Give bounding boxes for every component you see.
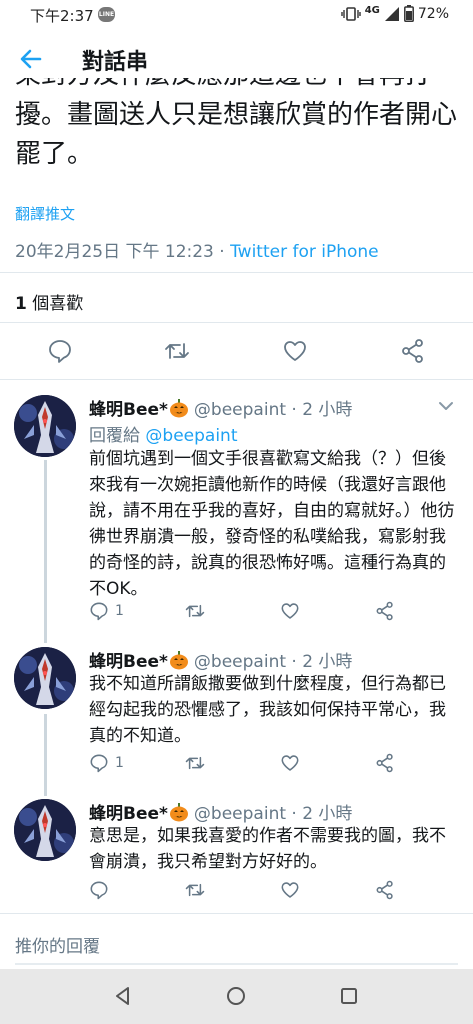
share-icon: [376, 601, 393, 621]
likes-summary[interactable]: 1 個喜歡: [15, 289, 83, 314]
tweet-clipped-line: 某對方及什麼反應那這邊也不會再打: [15, 78, 465, 94]
status-time: 下午2:37: [30, 7, 94, 25]
reply-icon: [90, 881, 108, 900]
reply-header: 蜂明Bee* @beepaint · 2 小時: [89, 395, 352, 420]
tweet-text: 擾。畫圖送人只是想讓欣賞的作者開心罷了。: [15, 100, 458, 169]
translate-tweet-link[interactable]: 翻譯推文: [15, 203, 75, 224]
like-button[interactable]: [280, 752, 300, 774]
tweet-source-link[interactable]: Twitter for iPhone: [230, 242, 379, 262]
battery-icon: [403, 5, 414, 22]
avatar-image: [14, 799, 76, 861]
tweet-text-clipped: 某對方及什麼反應那這邊也不會再打: [15, 78, 465, 94]
page-title: 對話串: [82, 50, 149, 75]
avatar[interactable]: [14, 799, 76, 861]
like-icon[interactable]: [282, 338, 308, 364]
reply-count: 1: [115, 755, 124, 771]
retweet-icon: [185, 883, 205, 897]
retweet-button[interactable]: [185, 752, 205, 774]
reply-text: 我不知道所謂飯撒要做到什麼程度，但行為都已經勾起我的恐懼感了，我該如何保持平常心…: [89, 674, 446, 746]
replying-to: 回覆給 @beepaint: [89, 421, 238, 446]
replying-label: 回覆給: [89, 426, 146, 446]
reply-input-placeholder[interactable]: 推你的回覆: [15, 932, 100, 957]
network-type: 4G: [364, 5, 380, 16]
like-button[interactable]: [280, 879, 300, 901]
system-nav-bar: [0, 969, 473, 1024]
share-icon: [376, 753, 393, 773]
reply-icon: [90, 754, 108, 773]
signal-icon: [384, 6, 399, 21]
share-button[interactable]: [375, 879, 395, 901]
display-name[interactable]: 蜂明Bee*: [89, 395, 168, 420]
pumpkin-icon: [169, 802, 188, 821]
reply-text: 前個坑遇到一個文手很喜歡寫文給我（？）但後來我有一次婉拒讀他新作的時候（我還好言…: [89, 449, 455, 599]
reply-tweet[interactable]: 蜂明Bee* @beepaint · 2 小時 我不知道所謂飯撒要做到什麼程度，…: [0, 647, 473, 787]
back-arrow-icon[interactable]: [18, 46, 44, 72]
compose-underline: [15, 963, 458, 965]
share-button[interactable]: [375, 752, 395, 774]
reply-text: 意思是，如果我喜愛的作者不需要我的圖，我不會崩潰，我只希望對方好好的。: [89, 826, 446, 872]
share-icon[interactable]: [400, 338, 426, 364]
reply-icon: [90, 602, 108, 621]
tweet-meta: 20年2月25日 下午 12:23 · Twitter for iPhone: [15, 237, 379, 262]
like-icon: [281, 603, 299, 619]
reply-actions: 1: [89, 600, 459, 624]
like-button[interactable]: [280, 600, 300, 622]
back-triangle-icon[interactable]: [112, 985, 134, 1007]
reply-actions: [89, 879, 459, 903]
tweet-timestamp: 20年2月25日 下午 12:23 ·: [15, 242, 231, 262]
likes-label: 個喜歡: [26, 294, 84, 314]
status-bar: 下午2:37 LINE 4G 72%: [0, 0, 473, 30]
tweet-actions: [0, 338, 473, 368]
reply-button[interactable]: 1: [89, 600, 124, 622]
reply-tweet[interactable]: 蜂明Bee* @beepaint · 2 小時 回覆給 @beepaint 前個…: [0, 395, 473, 635]
chevron-down-icon[interactable]: [437, 397, 455, 415]
replying-to-link[interactable]: @beepaint: [145, 426, 237, 446]
reply-button[interactable]: [89, 879, 115, 901]
divider: [0, 272, 473, 273]
reply-tweet[interactable]: 蜂明Bee* @beepaint · 2 小時 意思是，如果我喜愛的作者不需要我…: [0, 799, 473, 909]
handle-and-time: @beepaint · 2 小時: [193, 804, 353, 824]
reply-header: 蜂明Bee* @beepaint · 2 小時: [89, 647, 352, 672]
reply-icon[interactable]: [47, 338, 73, 364]
handle-and-time: @beepaint · 2 小時: [193, 400, 353, 420]
divider: [0, 322, 473, 323]
recents-square-icon[interactable]: [338, 985, 360, 1007]
status-indicators: 4G 72%: [341, 5, 449, 22]
retweet-icon: [185, 756, 205, 770]
reply-button[interactable]: 1: [89, 752, 124, 774]
divider: [0, 379, 473, 380]
retweet-button[interactable]: [185, 600, 205, 622]
battery-percent: 72%: [417, 5, 449, 22]
reply-count: 1: [115, 603, 124, 619]
like-icon: [281, 755, 299, 771]
vibrate-icon: [341, 6, 361, 21]
pumpkin-icon: [169, 398, 188, 417]
reply-compose-bar[interactable]: 推你的回覆: [0, 913, 473, 969]
reply-header: 蜂明Bee* @beepaint · 2 小時: [89, 799, 352, 824]
like-icon: [281, 882, 299, 898]
display-name[interactable]: 蜂明Bee*: [89, 799, 168, 824]
retweet-icon[interactable]: [164, 338, 190, 364]
share-icon: [376, 880, 393, 900]
avatar[interactable]: [14, 395, 76, 457]
handle-and-time: @beepaint · 2 小時: [193, 652, 353, 672]
avatar-image: [14, 647, 76, 709]
pumpkin-icon: [169, 650, 188, 669]
home-circle-icon[interactable]: [225, 985, 247, 1007]
share-button[interactable]: [375, 600, 395, 622]
likes-count: 1: [15, 294, 27, 314]
avatar-image: [14, 395, 76, 457]
retweet-icon: [185, 604, 205, 618]
avatar[interactable]: [14, 647, 76, 709]
line-app-icon: LINE: [98, 7, 115, 22]
display-name[interactable]: 蜂明Bee*: [89, 647, 168, 672]
reply-actions: 1: [89, 752, 459, 776]
retweet-button[interactable]: [185, 879, 205, 901]
